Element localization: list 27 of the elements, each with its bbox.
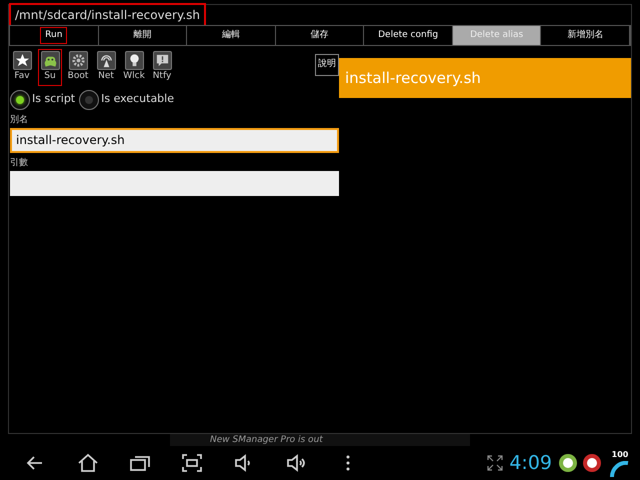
toggle-button[interactable]: Net	[94, 49, 118, 86]
toggle-button[interactable]: Su	[38, 49, 62, 86]
toggle-button[interactable]: Boot	[66, 49, 90, 86]
gear-icon	[70, 53, 86, 68]
radio-button[interactable]: Is script	[10, 90, 76, 110]
battery-level: 100	[612, 448, 628, 461]
toggle-button[interactable]: Fav	[10, 49, 34, 86]
tab[interactable]: 編輯	[187, 26, 276, 45]
tab[interactable]: Run	[10, 26, 99, 45]
notification-icon	[154, 53, 170, 68]
radio-button[interactable]: Is executable	[79, 90, 174, 110]
clock-time: 4:09	[509, 450, 552, 476]
arguments-field[interactable]	[10, 170, 339, 196]
toggle-button[interactable]: Wlck	[122, 49, 146, 86]
help-button[interactable]: 說明	[315, 54, 339, 76]
notification-text: New SManager Pro is out	[170, 434, 470, 446]
toggle-button[interactable]: Ntfy	[150, 49, 174, 86]
tab[interactable]: 離開	[98, 26, 188, 45]
status-icon	[582, 452, 602, 473]
star-icon	[14, 53, 30, 68]
field-label: 別名	[10, 114, 29, 126]
antenna-icon	[98, 53, 114, 68]
alias-field[interactable]: install-recovery.sh	[10, 128, 339, 152]
field-label: 引數	[10, 156, 29, 170]
fullscreen-icon[interactable]	[487, 455, 504, 472]
status-icon	[558, 452, 578, 473]
battery-gauge-icon	[610, 460, 630, 477]
